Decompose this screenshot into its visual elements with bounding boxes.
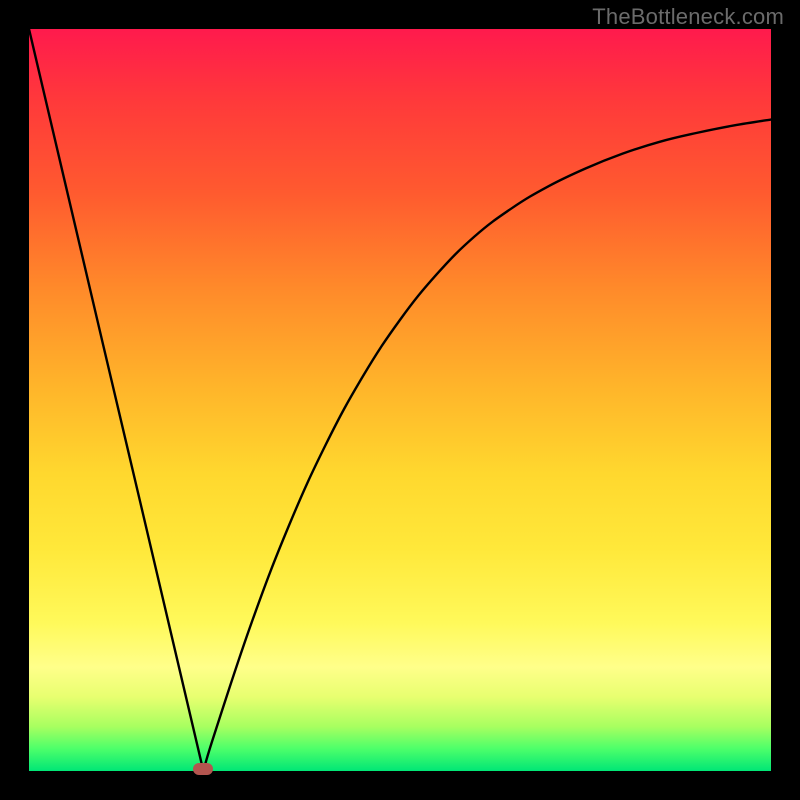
chart-frame: TheBottleneck.com: [0, 0, 800, 800]
min-marker: [193, 763, 213, 775]
watermark-text: TheBottleneck.com: [592, 4, 784, 30]
plot-area: [29, 29, 771, 771]
bottleneck-curve-path: [29, 29, 771, 771]
curve-svg: [29, 29, 771, 771]
